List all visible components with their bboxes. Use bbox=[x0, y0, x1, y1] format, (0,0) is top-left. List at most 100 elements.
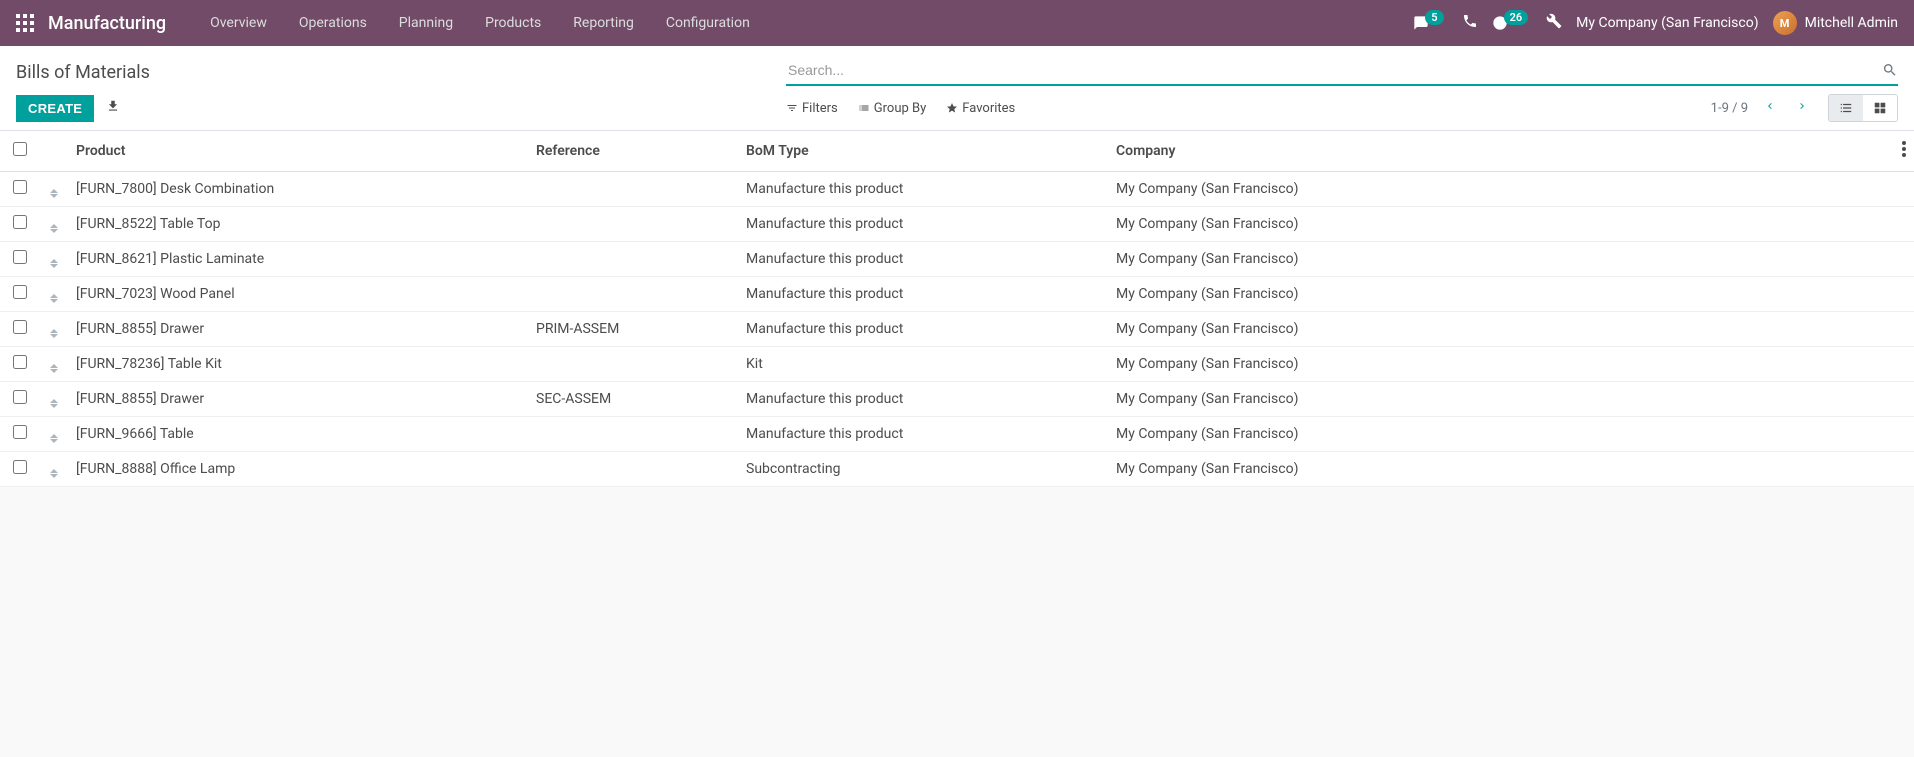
cell-bom-type: Manufacture this product bbox=[738, 207, 1108, 242]
view-switcher bbox=[1828, 94, 1898, 122]
drag-handle[interactable] bbox=[40, 347, 68, 382]
filter-icon bbox=[786, 102, 798, 114]
menu-configuration[interactable]: Configuration bbox=[650, 0, 766, 46]
cell-company: My Company (San Francisco) bbox=[1108, 452, 1884, 487]
search-input[interactable] bbox=[786, 58, 1882, 82]
sort-handle-icon bbox=[50, 259, 58, 268]
cell-reference: SEC-ASSEM bbox=[528, 382, 738, 417]
table-row[interactable]: [FURN_8522] Table Top Manufacture this pr… bbox=[0, 207, 1914, 242]
download-icon bbox=[106, 99, 120, 113]
cell-reference bbox=[528, 452, 738, 487]
cell-reference bbox=[528, 347, 738, 382]
sort-handle-icon bbox=[50, 364, 58, 373]
groupby-button[interactable]: Group By bbox=[858, 101, 927, 116]
cell-reference bbox=[528, 172, 738, 207]
phone-button[interactable] bbox=[1462, 13, 1478, 33]
menu-products[interactable]: Products bbox=[469, 0, 557, 46]
table-row[interactable]: [FURN_8888] Office LampSubcontractingMy … bbox=[0, 452, 1914, 487]
cell-company: My Company (San Francisco) bbox=[1108, 207, 1884, 242]
drag-handle[interactable] bbox=[40, 452, 68, 487]
cell-reference bbox=[528, 242, 738, 277]
row-checkbox[interactable] bbox=[13, 250, 27, 264]
cell-company: My Company (San Francisco) bbox=[1108, 277, 1884, 312]
chevron-left-icon bbox=[1764, 100, 1776, 112]
list-view-icon bbox=[1839, 101, 1853, 115]
table-row[interactable]: [FURN_8855] DrawerSEC-ASSEMManufacture t… bbox=[0, 382, 1914, 417]
import-button[interactable] bbox=[106, 99, 120, 117]
menu-operations[interactable]: Operations bbox=[283, 0, 383, 46]
optional-columns-button[interactable] bbox=[1902, 145, 1906, 161]
row-checkbox[interactable] bbox=[13, 425, 27, 439]
row-checkbox[interactable] bbox=[13, 215, 27, 229]
header-bom-type[interactable]: BoM Type bbox=[738, 131, 1108, 172]
activities-badge: 26 bbox=[1504, 10, 1529, 25]
cell-bom-type: Manufacture this product bbox=[738, 277, 1108, 312]
sort-handle-icon bbox=[50, 294, 58, 303]
menu-overview[interactable]: Overview bbox=[194, 0, 283, 46]
header-company[interactable]: Company bbox=[1108, 131, 1884, 172]
drag-handle[interactable] bbox=[40, 207, 68, 242]
menu-reporting[interactable]: Reporting bbox=[557, 0, 650, 46]
debug-button[interactable] bbox=[1546, 13, 1562, 33]
cell-bom-type: Manufacture this product bbox=[738, 382, 1108, 417]
cell-product: [FURN_8855] Drawer bbox=[68, 312, 528, 347]
cell-bom-type: Manufacture this product bbox=[738, 242, 1108, 277]
favorites-label: Favorites bbox=[962, 101, 1015, 116]
drag-handle[interactable] bbox=[40, 277, 68, 312]
kanban-view-button[interactable] bbox=[1863, 95, 1897, 121]
filters-button[interactable]: Filters bbox=[786, 101, 838, 116]
create-button[interactable]: CREATE bbox=[16, 95, 94, 122]
cell-bom-type: Subcontracting bbox=[738, 452, 1108, 487]
row-checkbox[interactable] bbox=[13, 390, 27, 404]
drag-handle[interactable] bbox=[40, 312, 68, 347]
user-menu[interactable]: M Mitchell Admin bbox=[1773, 11, 1898, 35]
sort-handle-icon bbox=[50, 329, 58, 338]
drag-handle[interactable] bbox=[40, 172, 68, 207]
table-row[interactable]: [FURN_8621] Plastic Laminate Manufacture … bbox=[0, 242, 1914, 277]
list-view-button[interactable] bbox=[1829, 95, 1863, 121]
sort-handle-icon bbox=[50, 224, 58, 233]
activities-button[interactable]: 26 bbox=[1492, 15, 1533, 31]
apps-icon[interactable] bbox=[16, 14, 34, 32]
chevron-right-icon bbox=[1796, 100, 1808, 112]
list-icon bbox=[858, 102, 870, 114]
company-selector[interactable]: My Company (San Francisco) bbox=[1576, 15, 1758, 31]
header-product[interactable]: Product bbox=[68, 131, 528, 172]
drag-handle[interactable] bbox=[40, 417, 68, 452]
table-row[interactable]: [FURN_9666] TableManufacture this produc… bbox=[0, 417, 1914, 452]
table-row[interactable]: [FURN_8855] DrawerPRIM-ASSEMManufacture … bbox=[0, 312, 1914, 347]
pager-prev-button[interactable] bbox=[1760, 96, 1780, 120]
drag-handle[interactable] bbox=[40, 242, 68, 277]
table-row[interactable]: [FURN_78236] Table KitKitMy Company (San… bbox=[0, 347, 1914, 382]
search-box[interactable] bbox=[786, 58, 1898, 86]
messages-button[interactable]: 5 bbox=[1413, 15, 1447, 31]
table-row[interactable]: [FURN_7800] Desk CombinationManufacture … bbox=[0, 172, 1914, 207]
row-checkbox[interactable] bbox=[13, 285, 27, 299]
cell-bom-type: Manufacture this product bbox=[738, 172, 1108, 207]
cell-product: [FURN_8621] Plastic Laminate bbox=[68, 242, 528, 277]
pager-text[interactable]: 1-9 / 9 bbox=[1711, 101, 1748, 116]
row-checkbox[interactable] bbox=[13, 460, 27, 474]
cell-product: [FURN_8522] Table Top bbox=[68, 207, 528, 242]
cell-product: [FURN_78236] Table Kit bbox=[68, 347, 528, 382]
cell-company: My Company (San Francisco) bbox=[1108, 417, 1884, 452]
search-icon[interactable] bbox=[1882, 62, 1898, 78]
drag-handle[interactable] bbox=[40, 382, 68, 417]
cell-bom-type: Manufacture this product bbox=[738, 417, 1108, 452]
menu-planning[interactable]: Planning bbox=[383, 0, 469, 46]
messages-badge: 5 bbox=[1425, 10, 1443, 25]
cell-company: My Company (San Francisco) bbox=[1108, 242, 1884, 277]
control-panel: Bills of Materials CREATE Filters Group … bbox=[0, 46, 1914, 131]
row-checkbox[interactable] bbox=[13, 320, 27, 334]
cell-product: [FURN_7023] Wood Panel bbox=[68, 277, 528, 312]
cell-reference bbox=[528, 417, 738, 452]
header-reference[interactable]: Reference bbox=[528, 131, 738, 172]
star-icon bbox=[946, 102, 958, 114]
select-all-checkbox[interactable] bbox=[13, 142, 27, 156]
app-name[interactable]: Manufacturing bbox=[48, 13, 166, 34]
table-row[interactable]: [FURN_7023] Wood Panel Manufacture this p… bbox=[0, 277, 1914, 312]
row-checkbox[interactable] bbox=[13, 180, 27, 194]
favorites-button[interactable]: Favorites bbox=[946, 101, 1015, 116]
pager-next-button[interactable] bbox=[1792, 96, 1812, 120]
row-checkbox[interactable] bbox=[13, 355, 27, 369]
